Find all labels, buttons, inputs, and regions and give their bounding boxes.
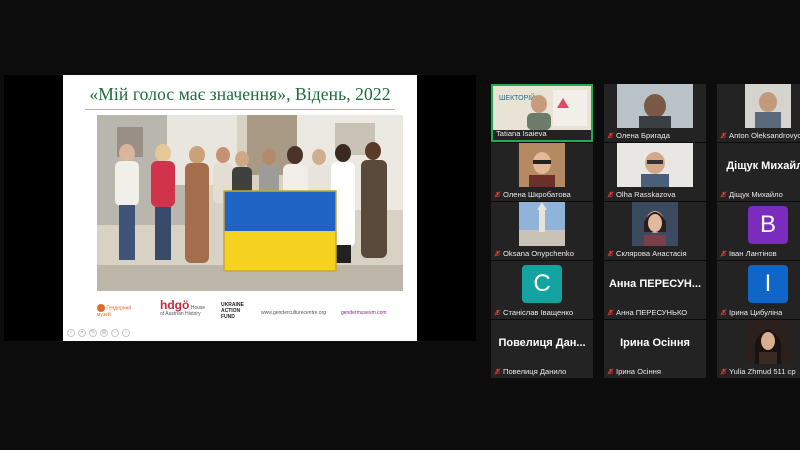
participant-tile[interactable]: Олена Шкрoбатова <box>491 143 593 201</box>
fund-logo: UKRAINE ACTION FUND <box>221 302 244 320</box>
muted-mic-icon <box>720 309 727 316</box>
participant-caption: Склярова Анастасія <box>607 248 687 259</box>
muted-mic-icon <box>494 309 501 316</box>
participant-tile[interactable]: Ірина Осіння Ірина Осіння <box>604 320 706 378</box>
muted-mic-icon <box>720 250 727 257</box>
muted-mic-icon <box>494 191 501 198</box>
partner-logos: Гендерний музей hdgö House of Austrian H… <box>63 298 417 326</box>
participant-tile[interactable]: Olha Rasskazova <box>604 143 706 201</box>
participant-caption: Олена Шкрoбатова <box>494 189 571 200</box>
group-photo <box>97 115 403 291</box>
participant-display-name: Діщук Михайло <box>726 160 800 172</box>
participant-avatar: I <box>748 265 788 303</box>
muted-mic-icon <box>720 191 727 198</box>
participant-caption: Yulia Zhmud 511 ср <box>720 366 796 377</box>
participant-tile[interactable]: Anton Oleksandrovych... <box>717 84 800 142</box>
hdgo-logo: hdgö House of Austrian History <box>160 298 206 317</box>
participant-caption: Tatiana Isaieva <box>496 129 547 138</box>
participant-avatar: B <box>748 206 788 244</box>
participant-video <box>617 143 693 187</box>
museum-logo: Гендерний музей <box>97 304 132 318</box>
muted-mic-icon <box>494 368 501 375</box>
participant-caption: Anton Oleksandrovych... <box>720 130 800 141</box>
participant-caption: Станіслав Іващенко <box>494 307 573 318</box>
participant-tile[interactable]: C Станіслав Іващенко <box>491 261 593 319</box>
participant-caption: Ірина Цибуліна <box>720 307 782 318</box>
site2-link: gendermuseum.com <box>341 310 387 316</box>
participant-tile[interactable]: Yulia Zhmud 511 ср <box>717 320 800 378</box>
svg-text:ШЕКТОРІЙ: ШЕКТОРІЙ <box>499 93 535 102</box>
participant-video <box>745 320 791 364</box>
participant-video <box>519 202 565 246</box>
muted-mic-icon <box>607 191 614 198</box>
participant-caption: Діщук Михайло <box>720 189 783 200</box>
participant-video <box>519 143 565 187</box>
participant-display-name: Ірина Осіння <box>620 337 690 349</box>
participant-caption: Ірина Осіння <box>607 366 661 377</box>
participant-caption: Olha Rasskazova <box>607 189 676 200</box>
presentation-slide: «Мій голос має значення», Відень, 2022 Г… <box>63 75 417 341</box>
participant-video: ШЕКТОРІЙ <box>493 86 591 130</box>
muted-mic-icon <box>494 250 501 257</box>
pen-icon[interactable]: ✎ <box>89 329 97 337</box>
participant-caption: Oksana Onypchenko <box>494 248 574 259</box>
participant-tile[interactable]: Склярова Анастасія <box>604 202 706 260</box>
participant-avatar: C <box>522 265 562 303</box>
participant-tile[interactable]: Олена Бригада <box>604 84 706 142</box>
site1-link: www.genderculturecentre.org <box>261 310 327 316</box>
participant-tile[interactable]: Повелиця Дан... Повелиця Данило <box>491 320 593 378</box>
participant-display-name: Повелиця Дан... <box>498 337 586 349</box>
participant-tile[interactable]: Oksana Onypchenko <box>491 202 593 260</box>
slide-toolbar[interactable]: ‹ • ✎ ⊕ ⋯ › <box>67 329 130 339</box>
muted-mic-icon <box>720 132 727 139</box>
participant-video <box>617 84 693 128</box>
title-divider <box>85 109 395 110</box>
participant-tile[interactable]: ШЕКТОРІЙ Tatiana Isaieva <box>491 84 593 142</box>
next-slide-icon[interactable]: › <box>122 329 130 337</box>
participant-tile[interactable]: Діщук Михайло Діщук Михайло <box>717 143 800 201</box>
muted-mic-icon <box>607 132 614 139</box>
muted-mic-icon <box>607 250 614 257</box>
ukrainian-flag <box>223 190 337 272</box>
participant-caption: Анна ПЕРЕСУНЬКО <box>607 307 687 318</box>
prev-slide-icon[interactable]: ‹ <box>67 329 75 337</box>
zoom-icon[interactable]: ⊕ <box>100 329 108 337</box>
participant-tile[interactable]: I Ірина Цибуліна <box>717 261 800 319</box>
participant-video <box>745 84 791 128</box>
participant-tile[interactable]: Анна ПЕРЕСУН... Анна ПЕРЕСУНЬКО <box>604 261 706 319</box>
muted-mic-icon <box>720 368 727 375</box>
participant-tile[interactable]: B Іван Лантінов <box>717 202 800 260</box>
slide-title: «Мій голос має значення», Відень, 2022 <box>89 84 391 104</box>
menu-icon[interactable]: ⋯ <box>111 329 119 337</box>
participant-caption: Іван Лантінов <box>720 248 777 259</box>
participant-display-name: Анна ПЕРЕСУН... <box>608 278 702 290</box>
muted-mic-icon <box>607 368 614 375</box>
participant-caption: Олена Бригада <box>607 130 670 141</box>
muted-mic-icon <box>607 309 614 316</box>
participant-video <box>632 202 678 246</box>
pointer-icon[interactable]: • <box>78 329 86 337</box>
participant-caption: Повелиця Данило <box>494 366 566 377</box>
